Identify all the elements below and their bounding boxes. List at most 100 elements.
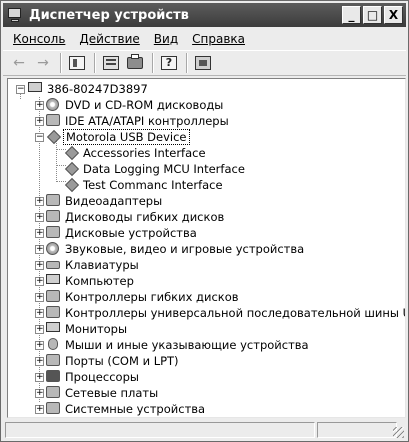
tree-expander[interactable]: + (35, 245, 44, 254)
toolbar-separator (152, 53, 154, 73)
tree-root[interactable]: 386-80247D3897 (28, 81, 148, 97)
tree-item-label: Motorola USB Device (63, 129, 190, 145)
menu-view-label: Вид (153, 32, 179, 46)
tree-child-label: Test Commanc Interface (83, 178, 223, 192)
tree-child-test-command[interactable]: Test Commanc Interface (64, 177, 223, 193)
tree-item-sound[interactable]: Звуковые, видео и игровые устройства (46, 241, 304, 257)
tree-item-label: Дисковые устройства (65, 226, 197, 240)
menu-help[interactable]: Справка (186, 32, 253, 46)
tree-expander[interactable]: + (35, 213, 44, 222)
network-card-icon (46, 386, 62, 400)
monitor-icon (46, 322, 62, 336)
tree-item-label: Звуковые, видео и игровые устройства (65, 242, 305, 256)
tree-expander[interactable]: + (35, 405, 44, 414)
title-bar[interactable]: Диспетчер устройств _ □ X (3, 3, 406, 27)
tree-expander[interactable]: + (35, 293, 44, 302)
tree-item-dvd[interactable]: DVD и CD-ROM дисководы (46, 97, 223, 113)
toolbar-separator (94, 53, 96, 73)
properties-icon[interactable] (101, 53, 121, 73)
tree-item-computer[interactable]: Компьютер (46, 273, 134, 289)
tree-item-keyboards[interactable]: Клавиатуры (46, 257, 139, 273)
tree-expander[interactable]: + (35, 357, 44, 366)
print-icon[interactable] (125, 53, 145, 73)
menu-help-label: Справка (192, 32, 245, 46)
video-adapter-icon (46, 194, 62, 208)
window-title: Диспетчер устройств (29, 7, 189, 23)
tree-expander[interactable]: + (35, 277, 44, 286)
console-tree-icon[interactable] (67, 53, 87, 73)
ide-controller-icon (46, 114, 62, 128)
tree-item-disk-drives[interactable]: Дисковые устройства (46, 225, 197, 241)
forward-arrow-icon[interactable]: → (33, 53, 53, 73)
tree-child-data-logging[interactable]: Data Logging MCU Interface (64, 161, 245, 177)
interface-icon (64, 161, 80, 177)
tree-item-system[interactable]: Системные устройства (46, 401, 205, 417)
floppy-controller-icon (46, 290, 62, 304)
menu-action-label: Действие (79, 32, 140, 46)
tree-item-floppy-controllers[interactable]: Контроллеры гибких дисков (46, 289, 239, 305)
close-button[interactable]: X (384, 6, 403, 24)
computer-icon (46, 274, 62, 288)
menu-console[interactable]: Консоль (7, 32, 73, 46)
menu-view[interactable]: Вид (148, 32, 186, 46)
tree-expander[interactable]: + (35, 309, 44, 318)
status-bar (3, 420, 406, 440)
tree-expander[interactable]: + (35, 325, 44, 334)
keyboard-icon (46, 258, 62, 272)
tree-expander[interactable]: − (16, 85, 25, 94)
toolbar-separator (186, 53, 188, 73)
tree-child-label: Accessories Interface (83, 146, 206, 160)
tree-expander[interactable]: + (35, 261, 44, 270)
status-pane-main (5, 422, 315, 438)
tree-item-monitors[interactable]: Мониторы (46, 321, 127, 337)
toolbar: ← → ? (3, 50, 406, 76)
maximize-button[interactable]: □ (363, 6, 382, 24)
tree-item-label: Процессоры (65, 370, 139, 384)
tree-item-label: DVD и CD-ROM дисководы (65, 98, 224, 112)
interface-icon (64, 145, 80, 161)
tree-item-floppy-drives[interactable]: Дисководы гибких дисков (46, 209, 224, 225)
tree-item-ide[interactable]: IDE ATA/ATAPI контроллеры (46, 113, 229, 129)
tree-expander[interactable]: − (35, 133, 44, 142)
tree-item-label: Видеоадаптеры (65, 194, 163, 208)
back-arrow-icon[interactable]: ← (9, 53, 29, 73)
menu-action[interactable]: Действие (73, 32, 147, 46)
tree-item-processors[interactable]: Процессоры (46, 369, 139, 385)
tree-item-label: Мониторы (65, 322, 128, 336)
menu-console-label: Консоль (13, 32, 66, 46)
device-tree[interactable]: − 386-80247D3897 + DVD и CD-ROM дисковод… (7, 78, 406, 418)
device-manager-icon (7, 7, 24, 23)
sound-icon (46, 242, 62, 256)
disc-drive-icon (46, 98, 62, 112)
tree-item-label: IDE ATA/ATAPI контроллеры (65, 114, 229, 128)
tree-expander[interactable]: + (35, 373, 44, 382)
system-device-icon (46, 402, 62, 416)
status-pane-side (317, 422, 397, 438)
tree-item-video[interactable]: Видеоадаптеры (46, 193, 162, 209)
tree-expander[interactable]: + (35, 389, 44, 398)
computer-icon (28, 82, 44, 96)
tree-item-usb-controllers[interactable]: Контроллеры универсальной последовательн… (46, 305, 405, 321)
tree-expander[interactable]: + (35, 117, 44, 126)
processor-icon (46, 370, 62, 384)
tree-expander[interactable]: + (35, 229, 44, 238)
minimize-button[interactable]: _ (342, 6, 361, 24)
tree-item-mice[interactable]: Мыши и иные указывающие устройства (46, 337, 309, 353)
resize-grip[interactable] (393, 427, 404, 438)
usb-controller-icon (46, 306, 62, 320)
tree-item-label: Сетевые платы (65, 386, 159, 400)
port-icon (46, 354, 62, 368)
interface-icon (64, 177, 80, 193)
menu-bar: Консоль Действие Вид Справка (3, 29, 406, 49)
disk-drive-icon (46, 226, 62, 240)
tree-item-label: Мыши и иные указывающие устройства (65, 338, 309, 352)
update-driver-icon[interactable] (193, 53, 213, 73)
tree-expander[interactable]: + (35, 341, 44, 350)
tree-expander[interactable]: + (35, 197, 44, 206)
tree-item-motorola[interactable]: Motorola USB Device (46, 129, 190, 145)
help-icon[interactable]: ? (159, 53, 179, 73)
tree-child-accessories[interactable]: Accessories Interface (64, 145, 206, 161)
tree-expander[interactable]: + (35, 101, 44, 110)
tree-item-network[interactable]: Сетевые платы (46, 385, 158, 401)
tree-item-ports[interactable]: Порты (COM и LPT) (46, 353, 179, 369)
